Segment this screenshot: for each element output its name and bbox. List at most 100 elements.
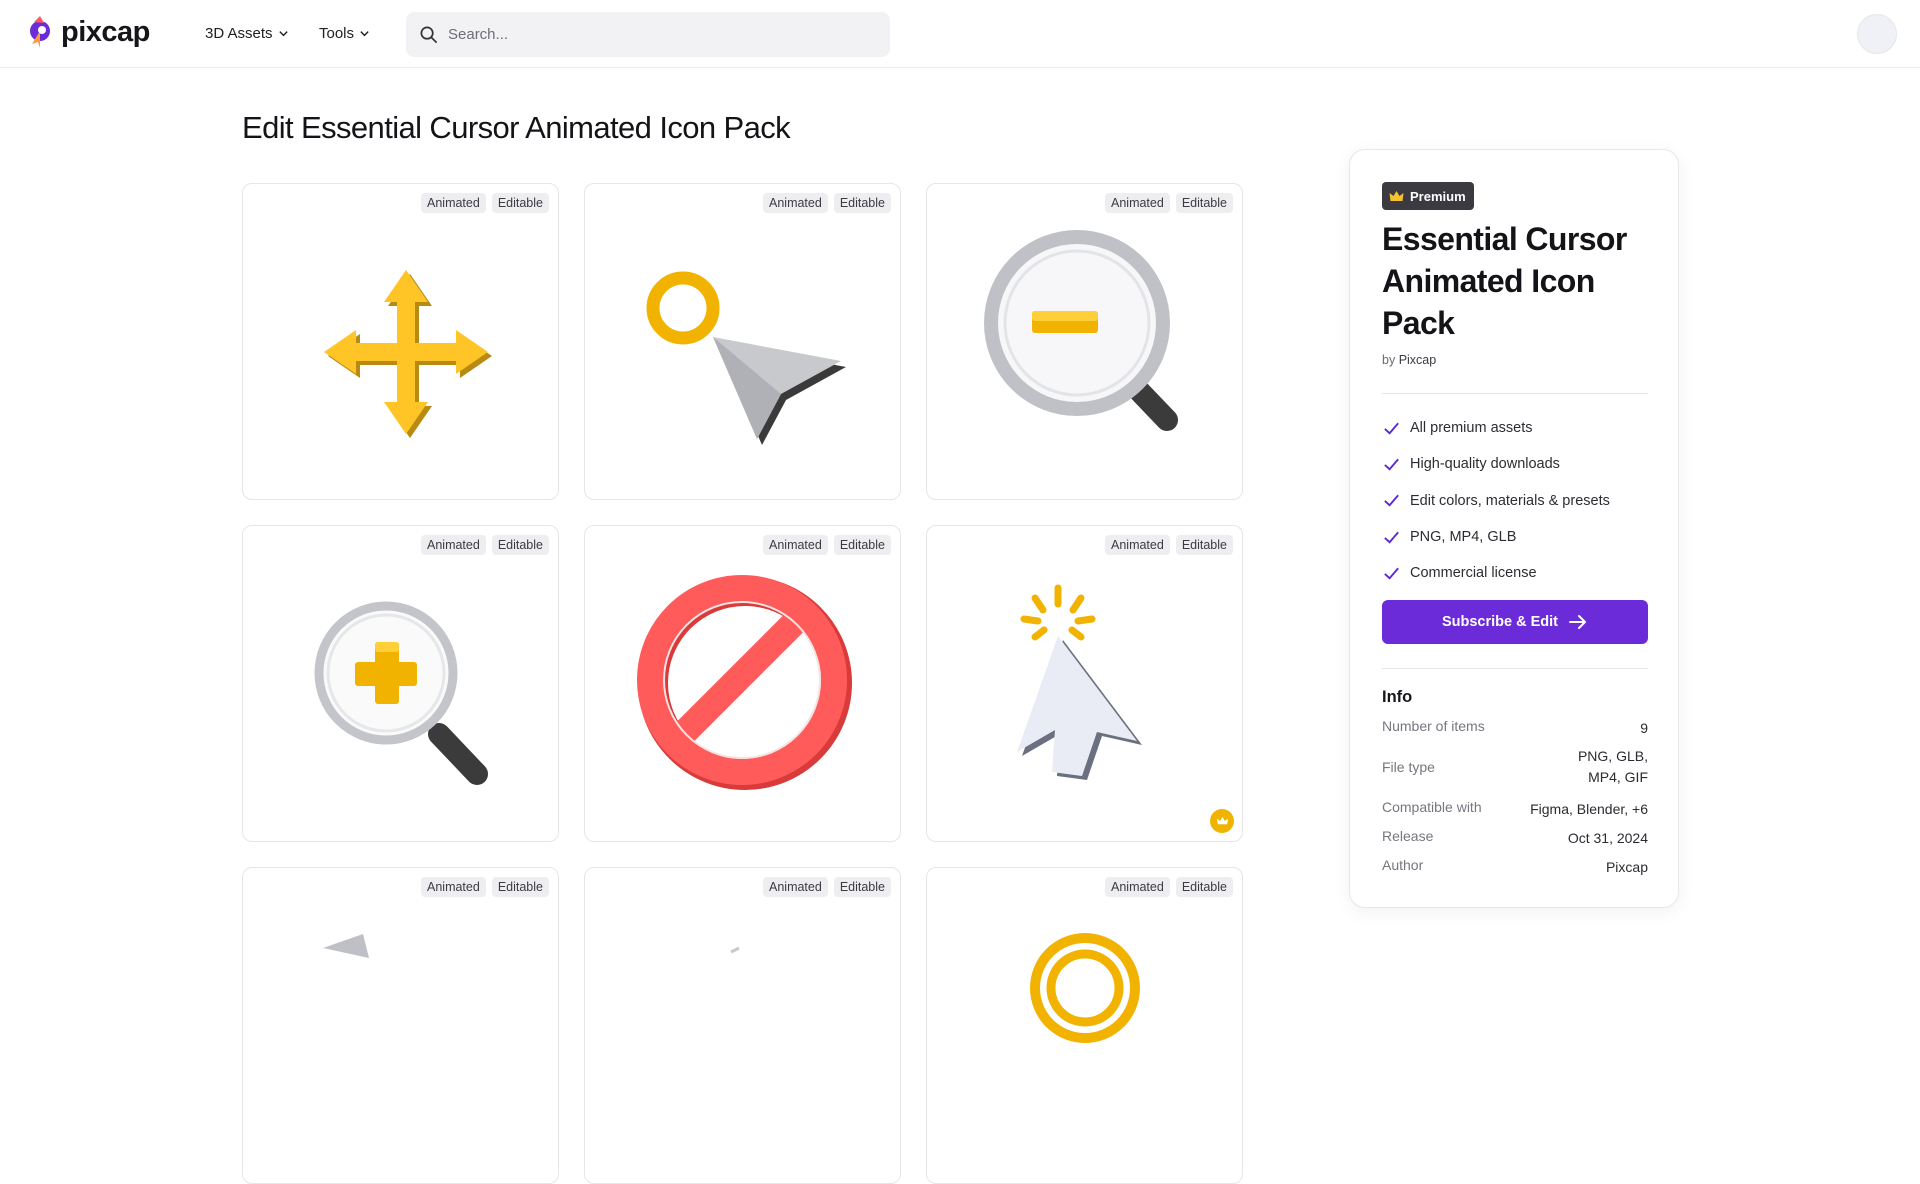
chevron-down-icon (278, 31, 288, 37)
tag-editable: Editable (491, 193, 549, 213)
nav-tools[interactable]: Tools (319, 25, 370, 42)
byline-prefix: by (1382, 353, 1396, 367)
feature-label: All premium assets (1410, 420, 1533, 437)
asset-card[interactable]: Animated Editable (584, 867, 901, 1184)
check-icon (1384, 567, 1399, 580)
feature-label: Commercial license (1410, 565, 1537, 582)
purchase-panel: Premium Essential Cursor Animated Icon P… (1349, 149, 1679, 908)
info-value: PNG, GLB, MP4, GIF (1578, 746, 1648, 788)
check-icon (1384, 458, 1399, 471)
info-value: Figma, Blender, +6 (1530, 801, 1648, 817)
tag-animated: Animated (1105, 535, 1170, 555)
move-arrows-icon (324, 270, 492, 438)
avatar[interactable] (1857, 14, 1897, 54)
tag-animated: Animated (1105, 877, 1170, 897)
pixcap-logo-icon (30, 16, 50, 48)
feature-label: High-quality downloads (1410, 456, 1560, 473)
cursor-icon (323, 934, 369, 958)
asset-card[interactable]: Animated Editable (926, 525, 1243, 842)
arrow-right-icon (1569, 615, 1587, 629)
info-row: Number of items 9 (1382, 718, 1648, 739)
tag-group: Animated Editable (421, 193, 549, 213)
info-key: File type (1382, 759, 1435, 775)
tag-group: Animated Editable (1105, 535, 1233, 555)
info-heading: Info (1382, 688, 1413, 706)
info-value: Oct 31, 2024 (1567, 830, 1648, 846)
subscribe-edit-button[interactable]: Subscribe & Edit (1382, 600, 1648, 644)
premium-badge-label: Premium (1410, 188, 1466, 204)
brand-name: pixcap (61, 15, 150, 48)
nav-3d-assets[interactable]: 3D Assets (205, 25, 289, 42)
tag-group: Animated Editable (421, 877, 549, 897)
tag-animated: Animated (421, 877, 486, 897)
logo[interactable]: pixcap (26, 14, 150, 50)
search-input[interactable] (448, 26, 868, 43)
info-value-line: PNG, GLB, (1577, 748, 1648, 764)
info-row: Compatible with Figma, Blender, +6 (1382, 799, 1648, 820)
author-link[interactable]: Pixcap (1399, 353, 1437, 367)
asset-card[interactable]: Animated Editable (242, 525, 559, 842)
subscribe-edit-label: Subscribe & Edit (1441, 614, 1559, 630)
feature-item: Edit colors, materials & presets (1382, 483, 1648, 519)
tag-editable: Editable (833, 877, 891, 897)
asset-card[interactable]: Animated Editable (584, 525, 901, 842)
asset-card[interactable]: Animated Editable (926, 183, 1243, 500)
premium-crown-icon (1210, 809, 1234, 833)
tag-editable: Editable (1175, 877, 1233, 897)
click-cursor-icon (1017, 584, 1142, 780)
check-icon (1384, 422, 1399, 435)
zoom-in-icon (314, 601, 488, 785)
feature-label: PNG, MP4, GLB (1410, 529, 1517, 546)
tag-editable: Editable (833, 535, 891, 555)
info-key: Number of items (1382, 718, 1485, 734)
feature-item: All premium assets (1382, 410, 1648, 446)
feature-item: High-quality downloads (1382, 446, 1648, 482)
tag-editable: Editable (491, 877, 549, 897)
tag-animated: Animated (1105, 193, 1170, 213)
tag-animated: Animated (763, 877, 828, 897)
target-icon (1030, 933, 1140, 1043)
check-icon (1384, 531, 1399, 544)
asset-card[interactable]: Animated Editable (584, 183, 901, 500)
tag-editable: Editable (833, 193, 891, 213)
feature-item: Commercial license (1382, 555, 1648, 591)
info-row: Release Oct 31, 2024 (1382, 828, 1648, 849)
info-row: Author Pixcap (1382, 857, 1648, 878)
info-value: Pixcap (1605, 859, 1648, 875)
feature-list: All premium assets High-quality download… (1382, 410, 1648, 591)
zoom-out-icon (984, 230, 1178, 431)
info-value: 9 (1640, 720, 1648, 736)
crown-icon (1389, 190, 1404, 201)
tag-editable: Editable (1175, 193, 1233, 213)
cursor-pointer-icon (646, 271, 846, 445)
prohibited-icon (637, 575, 852, 790)
feature-label: Edit colors, materials & presets (1410, 492, 1610, 509)
tag-group: Animated Editable (421, 535, 549, 555)
info-key: Compatible with (1382, 799, 1482, 815)
feature-item: PNG, MP4, GLB (1382, 519, 1648, 555)
premium-badge: Premium (1382, 182, 1474, 210)
check-icon (1384, 494, 1399, 507)
nav-tools-label: Tools (319, 25, 355, 42)
asset-card[interactable]: Animated Editable (242, 867, 559, 1184)
tag-animated: Animated (763, 535, 828, 555)
nav-3d-assets-label: 3D Assets (205, 25, 273, 42)
tag-editable: Editable (491, 535, 549, 555)
tag-editable: Editable (1175, 535, 1233, 555)
asset-card[interactable]: Animated Editable (242, 183, 559, 500)
search-bar[interactable] (406, 12, 890, 57)
byline: by Pixcap (1382, 353, 1436, 367)
asset-card[interactable]: Animated Editable (926, 867, 1243, 1184)
divider (1382, 393, 1648, 394)
chevron-down-icon (360, 31, 369, 37)
info-row: File type PNG, GLB, MP4, GIF (1382, 746, 1648, 788)
tag-group: Animated Editable (1105, 877, 1233, 897)
cursor-icon (730, 946, 740, 954)
search-icon (420, 26, 437, 43)
tag-animated: Animated (763, 193, 828, 213)
tag-group: Animated Editable (763, 535, 891, 555)
divider (1382, 668, 1648, 669)
info-value-line: MP4, GIF (1588, 769, 1648, 785)
tag-animated: Animated (421, 193, 486, 213)
info-key: Release (1382, 828, 1434, 844)
